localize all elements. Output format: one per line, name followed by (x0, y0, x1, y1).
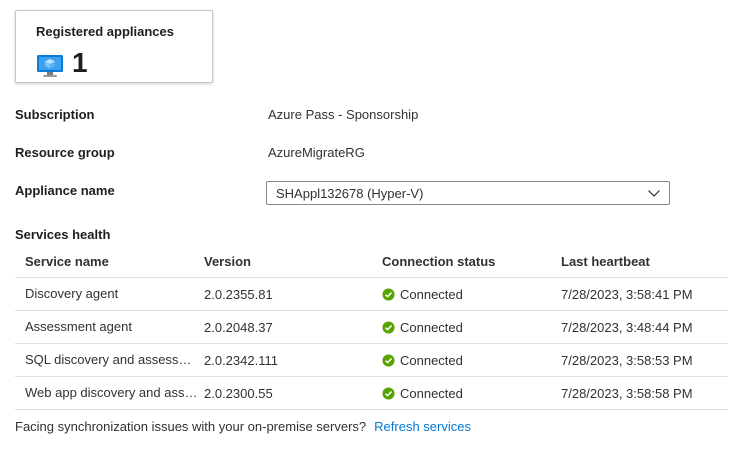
last-heartbeat: 7/28/2023, 3:58:58 PM (561, 385, 693, 401)
appliance-vm-icon (37, 55, 63, 77)
service-name: Discovery agent (25, 286, 119, 301)
column-header-version[interactable]: Version (204, 246, 374, 277)
subscription-value: Azure Pass - Sponsorship (268, 107, 419, 122)
column-header-last-heartbeat[interactable]: Last heartbeat (561, 246, 728, 277)
last-heartbeat: 7/28/2023, 3:58:53 PM (561, 352, 693, 368)
table-row[interactable]: Assessment agent 2.0.2048.37 Connected 7… (15, 311, 728, 344)
services-health-title: Services health (15, 227, 111, 242)
service-name: Assessment agent (25, 319, 132, 334)
footer-text: Facing synchronization issues with your … (15, 419, 367, 434)
last-heartbeat: 7/28/2023, 3:58:41 PM (561, 286, 693, 302)
sync-issues-footer: Facing synchronization issues with your … (15, 419, 471, 434)
connection-status: Connected (382, 278, 552, 310)
resource-group-value: AzureMigrateRG (268, 145, 365, 160)
table-row[interactable]: Discovery agent 2.0.2355.81 Connected 7/… (15, 278, 728, 311)
check-circle-icon (382, 287, 395, 301)
connection-status-text: Connected (400, 352, 463, 368)
service-name: Web app discovery and assessment agent (25, 385, 201, 400)
table-header: Service name Version Connection status L… (15, 246, 728, 278)
check-circle-icon (382, 386, 395, 400)
resource-group-label: Resource group (15, 145, 115, 160)
connection-status-text: Connected (400, 385, 463, 401)
check-circle-icon (382, 353, 395, 367)
chevron-down-icon (648, 190, 660, 197)
connection-status-text: Connected (400, 319, 463, 335)
service-version: 2.0.2342.111 (204, 352, 278, 368)
appliance-name-dropdown[interactable]: SHAppl132678 (Hyper-V) (266, 181, 670, 205)
subscription-label: Subscription (15, 107, 95, 122)
refresh-services-link[interactable]: Refresh services (374, 419, 471, 434)
registered-appliances-card[interactable]: Registered appliances 1 (15, 10, 213, 83)
column-header-connection-status[interactable]: Connection status (382, 246, 552, 277)
table-row[interactable]: SQL discovery and assessment agent 2.0.2… (15, 344, 728, 377)
last-heartbeat: 7/28/2023, 3:48:44 PM (561, 319, 693, 335)
service-version: 2.0.2048.37 (204, 319, 273, 335)
service-version: 2.0.2300.55 (204, 385, 273, 401)
service-version: 2.0.2355.81 (204, 286, 273, 302)
appliance-name-label: Appliance name (15, 183, 115, 198)
appliance-overview: Registered appliances 1 Subscription Azu… (0, 0, 738, 456)
check-circle-icon (382, 320, 395, 334)
appliance-count: 1 (72, 47, 88, 78)
connection-status: Connected (382, 311, 552, 343)
service-name: SQL discovery and assessment agent (25, 352, 201, 367)
table-row[interactable]: Web app discovery and assessment agent 2… (15, 377, 728, 410)
connection-status: Connected (382, 344, 552, 376)
card-title: Registered appliances (36, 24, 174, 39)
appliance-name-value: SHAppl132678 (Hyper-V) (276, 186, 424, 201)
services-health-table: Service name Version Connection status L… (15, 246, 728, 410)
column-header-service-name[interactable]: Service name (25, 246, 201, 277)
connection-status-text: Connected (400, 286, 463, 302)
connection-status: Connected (382, 377, 552, 409)
